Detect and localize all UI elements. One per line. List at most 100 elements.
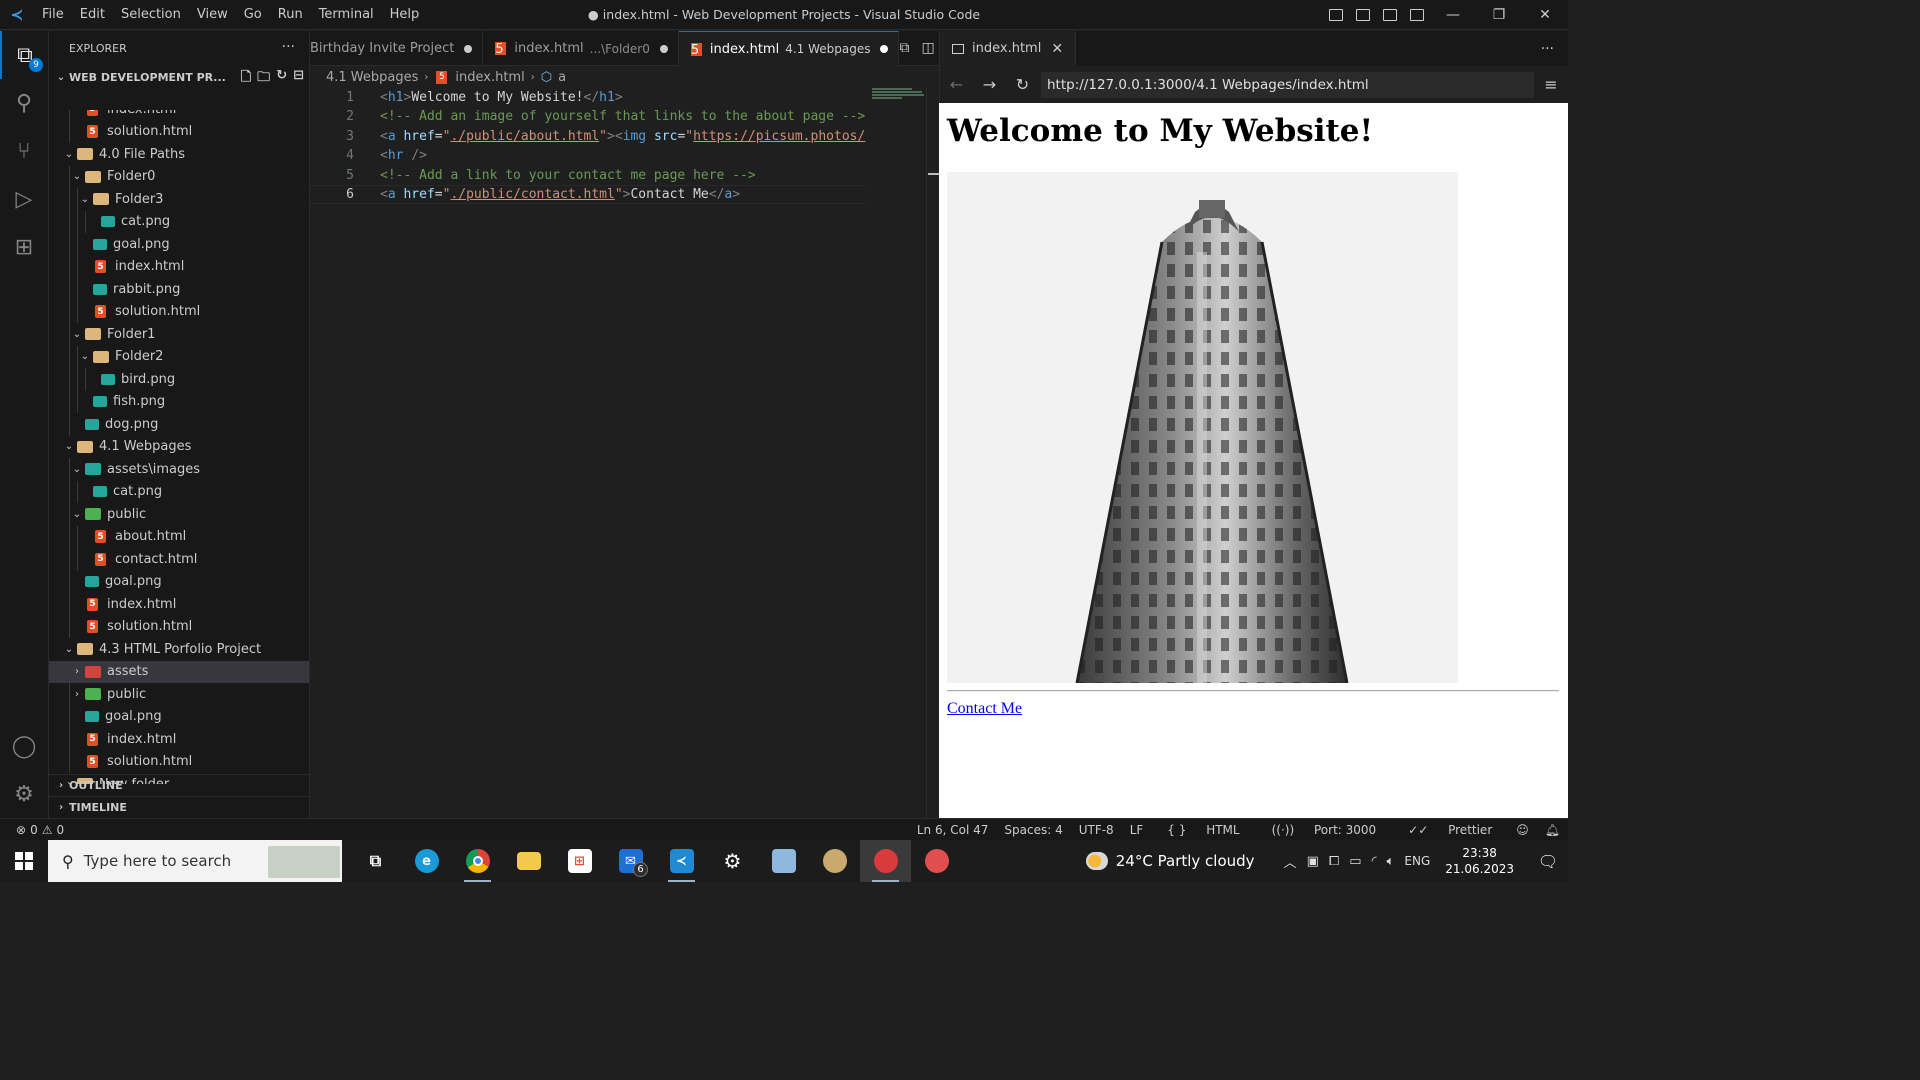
tab-index-webpages[interactable]: 5 index.html 4.1 Webpages xyxy=(678,31,900,66)
file-tree-item[interactable]: ⌄ 4.1 Webpages xyxy=(49,436,309,459)
file-tree-item[interactable]: rabbit.png xyxy=(49,278,309,301)
breadcrumb-symbol[interactable]: a xyxy=(558,70,566,85)
toggle-primary-sidebar-icon[interactable] xyxy=(1322,0,1349,30)
file-tree-item[interactable]: ⌄ Folder0 xyxy=(49,165,309,188)
snipping-tool-icon[interactable] xyxy=(860,840,911,882)
close-icon[interactable]: ✕ xyxy=(1051,41,1063,57)
forward-icon[interactable]: → xyxy=(973,75,1006,94)
code-line[interactable]: 5 <!-- Add a link to your contact me page… xyxy=(310,166,939,185)
chevron-down-icon[interactable]: ⌄ xyxy=(77,194,93,205)
workspace-section-header[interactable]: ⌄ WEB DEVELOPMENT PR... 🗋 🗀 ↻ ⊟ xyxy=(49,66,309,90)
browser-menu-icon[interactable]: ≡ xyxy=(1534,75,1568,94)
file-tree-item[interactable]: 5 index.html xyxy=(49,110,309,121)
file-tree-item[interactable]: 5 index.html xyxy=(49,593,309,616)
browser-tab[interactable]: index.html ✕ xyxy=(940,31,1077,66)
file-tree-item[interactable]: ⌄ Folder2 xyxy=(49,345,309,368)
file-tree-item[interactable]: ⌄ 4.3 HTML Porfolio Project xyxy=(49,638,309,661)
chrome-browser-icon[interactable] xyxy=(452,840,503,882)
chevron-down-icon[interactable]: ⌄ xyxy=(69,171,85,182)
code-line[interactable]: 4 <hr /> xyxy=(310,146,939,165)
encoding[interactable]: UTF-8 xyxy=(1071,823,1122,837)
customize-layout-icon[interactable] xyxy=(1403,0,1430,30)
settings-gear-icon[interactable]: ⚙ xyxy=(707,840,758,882)
chevron-down-icon[interactable]: ⌄ xyxy=(77,351,93,362)
file-tree-item[interactable]: ⌄ assets\images xyxy=(49,458,309,481)
file-tree-item[interactable]: 5 index.html xyxy=(49,728,309,751)
outline-section[interactable]: › OUTLINE xyxy=(49,774,309,796)
file-tree-item[interactable]: 5 solution.html xyxy=(49,750,309,773)
paint-3d-icon[interactable] xyxy=(911,840,962,882)
file-explorer-icon[interactable] xyxy=(503,840,554,882)
menu-terminal[interactable]: Terminal xyxy=(311,0,382,30)
battery-icon[interactable]: ▭ xyxy=(1349,854,1361,869)
url-input[interactable]: http://127.0.0.1:3000/4.1 Webpages/index… xyxy=(1041,71,1534,98)
run-debug-icon[interactable]: ▷ xyxy=(0,175,48,223)
explorer-icon[interactable]: ⧉ 9 xyxy=(0,31,48,79)
source-control-icon[interactable]: ⑂ xyxy=(0,127,48,175)
toggle-panel-icon[interactable] xyxy=(1349,0,1376,30)
contact-me-link[interactable]: Contact Me xyxy=(947,700,1022,718)
indentation[interactable]: Spaces: 4 xyxy=(996,823,1070,837)
chevron-down-icon[interactable]: ⌄ xyxy=(69,464,85,475)
code-line[interactable]: 2 <!-- Add an image of yourself that link… xyxy=(310,107,939,126)
file-tree-item[interactable]: 5 solution.html xyxy=(49,120,309,143)
task-view-icon[interactable]: ⧉ xyxy=(350,840,401,882)
file-tree-item[interactable]: 5 contact.html xyxy=(49,548,309,571)
edge-browser-icon[interactable]: e xyxy=(401,840,452,882)
tab-birthday-invite[interactable]: Birthday Invite Project xyxy=(310,31,484,66)
clock[interactable]: 23:38 21.06.2023 xyxy=(1445,845,1514,877)
breadcrumb-file[interactable]: index.html xyxy=(455,70,524,85)
file-tree-item[interactable]: cat.png xyxy=(49,210,309,233)
new-folder-icon[interactable]: 🗀 xyxy=(257,68,270,90)
file-tree-item[interactable]: 5 index.html xyxy=(49,255,309,278)
restore-icon[interactable]: ❐ xyxy=(1476,0,1522,30)
network-adapter-icon[interactable]: ⧠ xyxy=(1329,854,1339,869)
taskbar-search-box[interactable]: ⚲ Type here to search xyxy=(48,840,342,882)
chevron-down-icon[interactable]: ⌄ xyxy=(69,509,85,520)
building-photo[interactable] xyxy=(947,172,1458,683)
menu-view[interactable]: View xyxy=(189,0,236,30)
tab-index-folder0[interactable]: 5 index.html ...\Folder0 xyxy=(483,31,679,66)
file-tree-item[interactable]: › public xyxy=(49,683,309,706)
chevron-down-icon[interactable]: ⌄ xyxy=(61,149,77,160)
editor-scrollbar[interactable] xyxy=(926,88,939,818)
reload-icon[interactable]: ↻ xyxy=(1006,75,1039,94)
chevron-right-icon[interactable]: › xyxy=(69,689,85,700)
file-tree-item[interactable]: 5 solution.html xyxy=(49,300,309,323)
end-of-line[interactable]: LF xyxy=(1122,823,1152,837)
unsaved-dot-icon[interactable] xyxy=(464,44,473,53)
code-editor[interactable]: 1 <h1>Welcome to My Website!</h1> 2 <!-- Ad… xyxy=(310,88,939,818)
code-line[interactable]: 3 <a href="./public/about.html"><img src=… xyxy=(310,127,939,146)
wifi-icon[interactable]: ◜ xyxy=(1372,854,1377,869)
close-window-icon[interactable]: ✕ xyxy=(1522,0,1568,30)
timeline-section[interactable]: › TIMELINE xyxy=(49,796,309,818)
file-tree-item[interactable]: ⌄ public xyxy=(49,503,309,526)
new-file-icon[interactable]: 🗋 xyxy=(241,68,251,90)
collapse-all-icon[interactable]: ⊟ xyxy=(293,68,304,90)
menu-edit[interactable]: Edit xyxy=(72,0,113,30)
notifications-bell-icon[interactable]: 🔔︎ xyxy=(1537,823,1568,837)
chevron-up-icon[interactable]: ︿ xyxy=(1284,852,1297,871)
file-tree-item[interactable]: goal.png xyxy=(49,570,309,593)
refresh-icon[interactable]: ↻ xyxy=(276,68,287,90)
file-tree-item[interactable]: goal.png xyxy=(49,705,309,728)
volume-icon[interactable]: 🔈︎ xyxy=(1387,854,1395,869)
live-server-port[interactable]: ((·)) Port: 3000 xyxy=(1256,823,1393,837)
file-tree-item[interactable]: 5 solution.html xyxy=(49,615,309,638)
code-line[interactable]: 6 <a href="./public/contact.html">Contact… xyxy=(310,185,866,204)
prettier-status[interactable]: ✓✓ Prettier xyxy=(1392,823,1508,837)
settings-gear-icon[interactable]: ⚙ xyxy=(0,770,48,818)
microsoft-store-icon[interactable]: ⊞ xyxy=(554,840,605,882)
file-tree-item[interactable]: › assets xyxy=(49,660,309,683)
menu-run[interactable]: Run xyxy=(270,0,311,30)
breadcrumb-folder[interactable]: 4.1 Webpages xyxy=(326,70,418,85)
extensions-icon[interactable]: ⊞ xyxy=(0,223,48,271)
weather-widget[interactable]: 24°C Partly cloudy xyxy=(1085,852,1255,870)
chevron-down-icon[interactable]: ⌄ xyxy=(61,644,77,655)
chevron-down-icon[interactable]: ⌄ xyxy=(69,329,85,340)
paint-icon[interactable] xyxy=(809,840,860,882)
file-tree-item[interactable]: 5 about.html xyxy=(49,525,309,548)
back-icon[interactable]: ← xyxy=(940,75,973,94)
menu-file[interactable]: File xyxy=(34,0,72,30)
file-tree-item[interactable]: goal.png xyxy=(49,233,309,256)
